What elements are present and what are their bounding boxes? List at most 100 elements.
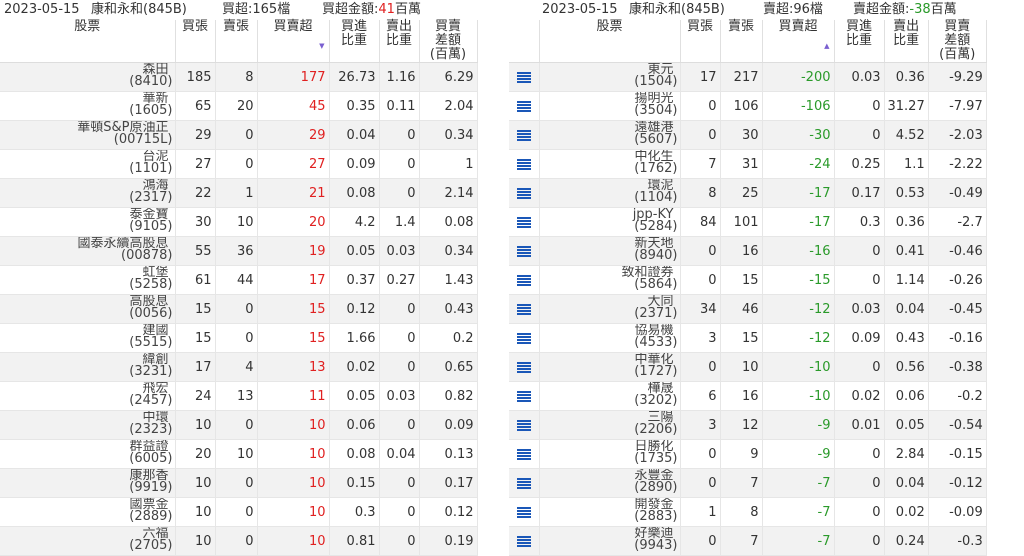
row-menu-cell[interactable] xyxy=(509,352,540,382)
table-row[interactable]: 樺晟 (3202) 6 16 -10 0.02 0.06 -0.2 xyxy=(509,381,987,411)
table-row[interactable]: 飛宏 (2457) 24 13 11 0.05 0.03 0.82 xyxy=(0,381,478,411)
row-menu-cell[interactable] xyxy=(509,207,540,237)
stock-cell[interactable]: 建國 (5515) xyxy=(0,323,176,353)
table-row[interactable]: 中化生 (1762) 7 31 -24 0.25 1.1 -2.22 xyxy=(509,149,987,179)
table-row[interactable]: 揚明光 (3504) 0 106 -106 0 31.27 -7.97 xyxy=(509,91,987,121)
table-row[interactable]: 永豐金 (2890) 0 7 -7 0 0.04 -0.12 xyxy=(509,468,987,498)
table-row[interactable]: 遠雄港 (5607) 0 30 -30 0 4.52 -2.03 xyxy=(509,120,987,150)
list-menu-icon[interactable] xyxy=(516,448,531,460)
row-menu-cell[interactable] xyxy=(509,236,540,266)
table-row[interactable]: 中華化 (1727) 0 10 -10 0 0.56 -0.38 xyxy=(509,352,987,382)
table-row[interactable]: 高股息 (0056) 15 0 15 0.12 0 0.43 xyxy=(0,294,478,324)
list-menu-icon[interactable] xyxy=(516,187,531,199)
stock-cell[interactable]: 高股息 (0056) xyxy=(0,294,176,324)
col-diff[interactable]: 買賣 差額 (百萬) xyxy=(928,20,987,63)
list-menu-icon[interactable] xyxy=(516,361,531,373)
col-sell-pct[interactable]: 賣出 比重 xyxy=(379,20,420,63)
stock-cell[interactable]: 鴻海 (2317) xyxy=(0,178,176,208)
col-sell-pct[interactable]: 賣出 比重 xyxy=(884,20,929,63)
row-menu-cell[interactable] xyxy=(509,381,540,411)
stock-cell[interactable]: 虹堡 (5258) xyxy=(0,265,176,295)
table-row[interactable]: 鴻海 (2317) 22 1 21 0.08 0 2.14 xyxy=(0,178,478,208)
table-row[interactable]: 六福 (2705) 10 0 10 0.81 0 0.19 xyxy=(0,526,478,556)
row-menu-cell[interactable] xyxy=(509,120,540,150)
col-stock[interactable]: 股票 xyxy=(539,20,681,63)
row-menu-cell[interactable] xyxy=(509,62,540,92)
stock-cell[interactable]: 日勝化 (1735) xyxy=(539,439,681,469)
stock-cell[interactable]: 中環 (2323) xyxy=(0,410,176,440)
list-menu-icon[interactable] xyxy=(516,506,531,518)
stock-cell[interactable]: 華頓S&P原油正 (00715L) xyxy=(0,120,176,150)
table-row[interactable]: 日勝化 (1735) 0 9 -9 0 2.84 -0.15 xyxy=(509,439,987,469)
row-menu-cell[interactable] xyxy=(509,323,540,353)
list-menu-icon[interactable] xyxy=(516,332,531,344)
row-menu-cell[interactable] xyxy=(509,410,540,440)
stock-cell[interactable]: 中華化 (1727) xyxy=(539,352,681,382)
row-menu-cell[interactable] xyxy=(509,178,540,208)
sort-asc-icon[interactable]: ▲ xyxy=(824,39,829,53)
stock-cell[interactable]: 飛宏 (2457) xyxy=(0,381,176,411)
col-stock[interactable]: 股票 xyxy=(0,20,176,63)
stock-cell[interactable]: jpp-KY (5284) xyxy=(539,207,681,237)
table-row[interactable]: 東元 (1504) 17 217 -200 0.03 0.36 -9.29 xyxy=(509,62,987,92)
list-menu-icon[interactable] xyxy=(516,71,531,83)
list-menu-icon[interactable] xyxy=(516,535,531,547)
stock-cell[interactable]: 新天地 (8940) xyxy=(539,236,681,266)
stock-cell[interactable]: 大同 (2371) xyxy=(539,294,681,324)
table-row[interactable]: 華頓S&P原油正 (00715L) 29 0 29 0.04 0 0.34 xyxy=(0,120,478,150)
stock-cell[interactable]: 環泥 (1104) xyxy=(539,178,681,208)
stock-cell[interactable]: 六福 (2705) xyxy=(0,526,176,556)
table-row[interactable]: 開發金 (2883) 1 8 -7 0 0.02 -0.09 xyxy=(509,497,987,527)
stock-cell[interactable]: 泰金寶 (9105) xyxy=(0,207,176,237)
stock-cell[interactable]: 揚明光 (3504) xyxy=(539,91,681,121)
list-menu-icon[interactable] xyxy=(516,158,531,170)
stock-cell[interactable]: 三陽 (2206) xyxy=(539,410,681,440)
stock-cell[interactable]: 協易機 (4533) xyxy=(539,323,681,353)
stock-cell[interactable]: 國票金 (2889) xyxy=(0,497,176,527)
table-row[interactable]: 三陽 (2206) 3 12 -9 0.01 0.05 -0.54 xyxy=(509,410,987,440)
col-buy[interactable]: 買張 xyxy=(175,20,216,63)
row-menu-cell[interactable] xyxy=(509,149,540,179)
list-menu-icon[interactable] xyxy=(516,390,531,402)
list-menu-icon[interactable] xyxy=(516,303,531,315)
table-row[interactable]: 華新 (1605) 65 20 45 0.35 0.11 2.04 xyxy=(0,91,478,121)
table-row[interactable]: 致和證券 (5864) 0 15 -15 0 1.14 -0.26 xyxy=(509,265,987,295)
row-menu-cell[interactable] xyxy=(509,294,540,324)
stock-cell[interactable]: 台泥 (1101) xyxy=(0,149,176,179)
list-menu-icon[interactable] xyxy=(516,419,531,431)
table-row[interactable]: 虹堡 (5258) 61 44 17 0.37 0.27 1.43 xyxy=(0,265,478,295)
table-row[interactable]: 台泥 (1101) 27 0 27 0.09 0 1 xyxy=(0,149,478,179)
col-sell[interactable]: 賣張 xyxy=(720,20,763,63)
table-row[interactable]: 緯創 (3231) 17 4 13 0.02 0 0.65 xyxy=(0,352,478,382)
table-row[interactable]: jpp-KY (5284) 84 101 -17 0.3 0.36 -2.7 xyxy=(509,207,987,237)
table-row[interactable]: 康那香 (9919) 10 0 10 0.15 0 0.17 xyxy=(0,468,478,498)
table-row[interactable]: 森田 (8410) 185 8 177 26.73 1.16 6.29 xyxy=(0,62,478,92)
col-sell[interactable]: 賣張 xyxy=(215,20,258,63)
table-row[interactable]: 協易機 (4533) 3 15 -12 0.09 0.43 -0.16 xyxy=(509,323,987,353)
table-row[interactable]: 環泥 (1104) 8 25 -17 0.17 0.53 -0.49 xyxy=(509,178,987,208)
table-row[interactable]: 泰金寶 (9105) 30 10 20 4.2 1.4 0.08 xyxy=(0,207,478,237)
list-menu-icon[interactable] xyxy=(516,477,531,489)
table-row[interactable]: 國票金 (2889) 10 0 10 0.3 0 0.12 xyxy=(0,497,478,527)
list-menu-icon[interactable] xyxy=(516,129,531,141)
stock-cell[interactable]: 中化生 (1762) xyxy=(539,149,681,179)
row-menu-cell[interactable] xyxy=(509,265,540,295)
sort-desc-icon[interactable]: ▼ xyxy=(319,39,324,53)
table-row[interactable]: 國泰永續高股息 (00878) 55 36 19 0.05 0.03 0.34 xyxy=(0,236,478,266)
row-menu-cell[interactable] xyxy=(509,468,540,498)
stock-cell[interactable]: 康那香 (9919) xyxy=(0,468,176,498)
stock-cell[interactable]: 森田 (8410) xyxy=(0,62,176,92)
table-row[interactable]: 好樂迪 (9943) 0 7 -7 0 0.24 -0.3 xyxy=(509,526,987,556)
list-menu-icon[interactable] xyxy=(516,216,531,228)
stock-cell[interactable]: 國泰永續高股息 (00878) xyxy=(0,236,176,266)
table-row[interactable]: 建國 (5515) 15 0 15 1.66 0 0.2 xyxy=(0,323,478,353)
list-menu-icon[interactable] xyxy=(516,245,531,257)
col-buy-pct[interactable]: 買進 比重 xyxy=(329,20,380,63)
stock-cell[interactable]: 華新 (1605) xyxy=(0,91,176,121)
table-row[interactable]: 中環 (2323) 10 0 10 0.06 0 0.09 xyxy=(0,410,478,440)
table-row[interactable]: 大同 (2371) 34 46 -12 0.03 0.04 -0.45 xyxy=(509,294,987,324)
stock-cell[interactable]: 致和證券 (5864) xyxy=(539,265,681,295)
row-menu-cell[interactable] xyxy=(509,526,540,556)
stock-cell[interactable]: 開發金 (2883) xyxy=(539,497,681,527)
list-menu-icon[interactable] xyxy=(516,274,531,286)
